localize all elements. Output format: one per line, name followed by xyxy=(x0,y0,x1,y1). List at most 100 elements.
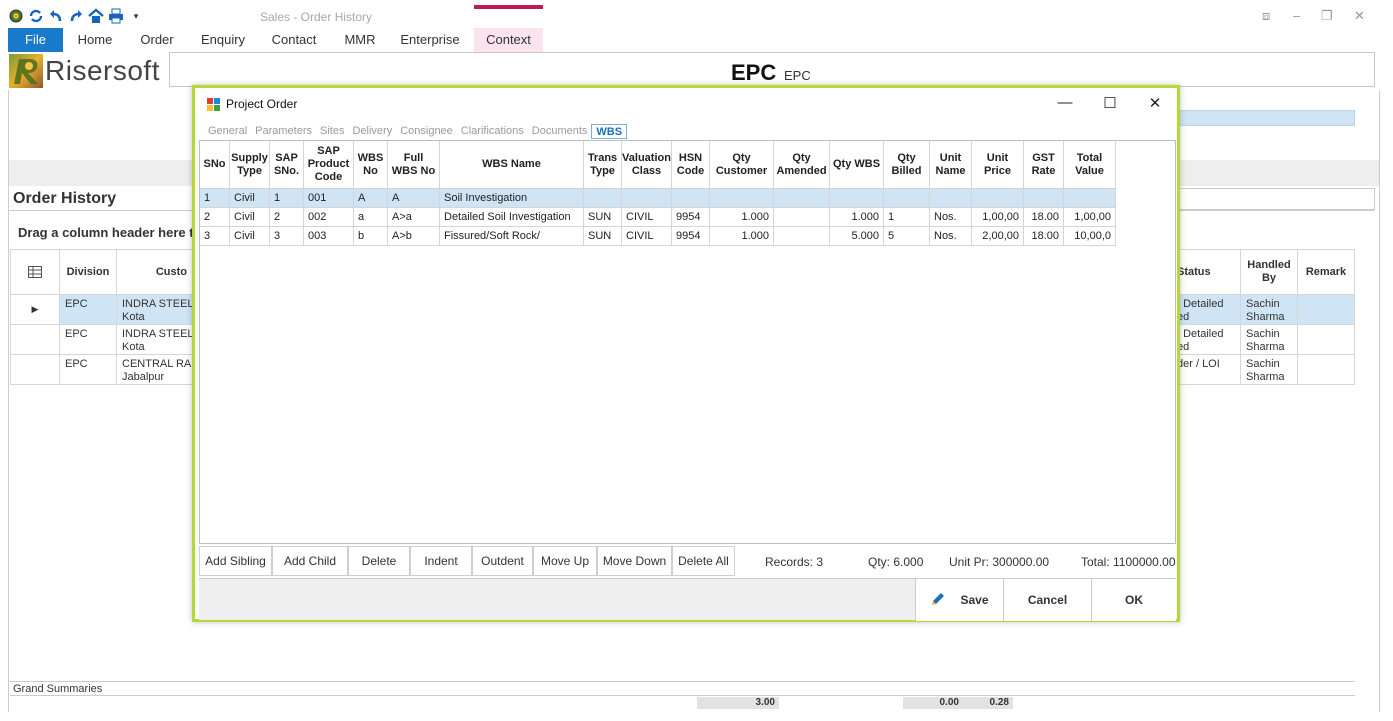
cell-qty-wbs[interactable]: 5.000 xyxy=(830,227,884,246)
column-header-supply-type[interactable]: Supply Type xyxy=(230,141,270,189)
column-header-sap-product-code[interactable]: SAP Product Code xyxy=(304,141,354,189)
cell-sap-sno[interactable]: 1 xyxy=(270,189,304,208)
column-header-gst-rate[interactable]: GST Rate xyxy=(1024,141,1064,189)
cell-full-wbs-no[interactable]: A>b xyxy=(388,227,440,246)
maximize-icon[interactable]: ❐ xyxy=(1321,8,1333,24)
move-up-button[interactable]: Move Up xyxy=(533,546,597,576)
tab-file[interactable]: File xyxy=(8,28,63,52)
cell-division[interactable]: EPC xyxy=(60,295,117,325)
tab-wbs[interactable]: WBS xyxy=(591,124,628,139)
cell-full-wbs-no[interactable]: A>a xyxy=(388,208,440,227)
cell-valuation-class[interactable] xyxy=(622,189,672,208)
column-header-full-wbs-no[interactable]: Full WBS No xyxy=(388,141,440,189)
column-header-wbs-no[interactable]: WBS No xyxy=(354,141,388,189)
column-header-sap-sno[interactable]: SAP SNo. xyxy=(270,141,304,189)
cell-trans-type[interactable] xyxy=(584,189,622,208)
tab-enquiry[interactable]: Enquiry xyxy=(193,28,253,52)
tab-mmr[interactable]: MMR xyxy=(337,28,383,52)
cell-wbs-no[interactable]: a xyxy=(354,208,388,227)
cell-qty-customer[interactable] xyxy=(710,189,774,208)
save-button[interactable]: Save xyxy=(915,579,1003,621)
tab-consignee[interactable]: Consignee xyxy=(396,124,457,139)
cell-supply-type[interactable]: Civil xyxy=(230,208,270,227)
cell-unit-price[interactable]: 2,00,00 xyxy=(972,227,1024,246)
cell-trans-type[interactable]: SUN xyxy=(584,227,622,246)
cell-status[interactable]: / Detailed ed xyxy=(1172,295,1241,325)
tab-general[interactable]: General xyxy=(204,124,251,139)
cell-hsn-code[interactable]: 9954 xyxy=(672,227,710,246)
column-header-hsn-code[interactable]: HSN Code xyxy=(672,141,710,189)
cell-hsn-code[interactable] xyxy=(672,189,710,208)
cell-sap-product-code[interactable]: 003 xyxy=(304,227,354,246)
close-icon[interactable]: ✕ xyxy=(1354,8,1365,24)
column-header-sno[interactable]: SNo xyxy=(200,141,230,189)
column-header-total-value[interactable]: Total Value xyxy=(1064,141,1116,189)
cell-qty-billed[interactable] xyxy=(884,189,930,208)
column-header-remark[interactable]: Remark xyxy=(1298,249,1355,295)
cell-division[interactable]: EPC xyxy=(60,325,117,355)
refresh-icon[interactable] xyxy=(28,8,44,24)
cell-wbs-name[interactable]: Fissured/Soft Rock/ xyxy=(440,227,584,246)
cell-handled-by[interactable]: Sachin Sharma xyxy=(1241,295,1298,325)
tab-delivery[interactable]: Delivery xyxy=(348,124,396,139)
row-indicator[interactable] xyxy=(10,355,60,385)
column-header-wbs-name[interactable]: WBS Name xyxy=(440,141,584,189)
column-header-qty-billed[interactable]: Qty Billed xyxy=(884,141,930,189)
cell-qty-customer[interactable]: 1.000 xyxy=(710,227,774,246)
column-header-handled-by[interactable]: Handled By xyxy=(1241,249,1298,295)
cell-gst-rate[interactable]: 18.00 xyxy=(1024,208,1064,227)
cell-unit-price[interactable]: 1,00,00 xyxy=(972,208,1024,227)
print-icon[interactable] xyxy=(108,8,124,24)
indent-button[interactable]: Indent xyxy=(410,546,472,576)
cell-qty-amended[interactable] xyxy=(774,208,830,227)
cell-sno[interactable]: 3 xyxy=(200,227,230,246)
cell-remark[interactable] xyxy=(1298,325,1355,355)
cell-hsn-code[interactable]: 9954 xyxy=(672,208,710,227)
cell-qty-wbs[interactable] xyxy=(830,189,884,208)
tab-clarifications[interactable]: Clarifications xyxy=(457,124,528,139)
cell-sap-product-code[interactable]: 002 xyxy=(304,208,354,227)
add-sibling-button[interactable]: Add Sibling xyxy=(199,546,272,576)
cell-wbs-no[interactable]: A xyxy=(354,189,388,208)
cell-division[interactable]: EPC xyxy=(60,355,117,385)
cell-status[interactable]: der / LOI xyxy=(1172,355,1241,385)
cell-sap-sno[interactable]: 2 xyxy=(270,208,304,227)
tab-order[interactable]: Order xyxy=(133,28,181,52)
cell-qty-amended[interactable] xyxy=(774,227,830,246)
tab-enterprise[interactable]: Enterprise xyxy=(394,28,466,52)
cell-unit-name[interactable]: Nos. xyxy=(930,208,972,227)
restore-ribbon-icon[interactable]: ⧈ xyxy=(1262,8,1270,24)
home-icon[interactable] xyxy=(88,8,104,24)
cell-sno[interactable]: 1 xyxy=(200,189,230,208)
column-chooser-icon[interactable] xyxy=(10,249,60,295)
column-header-trans-type[interactable]: Trans Type xyxy=(584,141,622,189)
column-header-status[interactable]: Status xyxy=(1172,249,1241,295)
cell-total-value[interactable]: 10,00,0 xyxy=(1064,227,1116,246)
row-indicator-icon[interactable]: ▶ xyxy=(10,295,60,325)
cell-unit-name[interactable] xyxy=(930,189,972,208)
cell-qty-wbs[interactable]: 1.000 xyxy=(830,208,884,227)
cell-supply-type[interactable]: Civil xyxy=(230,189,270,208)
cell-valuation-class[interactable]: CIVIL xyxy=(622,208,672,227)
cell-wbs-name[interactable]: Detailed Soil Investigation xyxy=(440,208,584,227)
app-globe-icon[interactable] xyxy=(8,8,24,24)
outdent-button[interactable]: Outdent xyxy=(472,546,533,576)
cell-full-wbs-no[interactable]: A xyxy=(388,189,440,208)
cell-valuation-class[interactable]: CIVIL xyxy=(622,227,672,246)
cell-unit-name[interactable]: Nos. xyxy=(930,227,972,246)
cell-sno[interactable]: 2 xyxy=(200,208,230,227)
cell-unit-price[interactable] xyxy=(972,189,1024,208)
column-header-division[interactable]: Division xyxy=(60,249,117,295)
cell-customer[interactable]: INDRA STEEL Kota xyxy=(117,295,192,325)
cell-remark[interactable] xyxy=(1298,355,1355,385)
dialog-minimize-icon[interactable]: — xyxy=(1055,94,1075,111)
cell-total-value[interactable] xyxy=(1064,189,1116,208)
column-header-qty-wbs[interactable]: Qty WBS xyxy=(830,141,884,189)
minimize-icon[interactable]: – xyxy=(1293,8,1300,23)
tab-documents[interactable]: Documents xyxy=(528,124,592,139)
cell-qty-amended[interactable] xyxy=(774,189,830,208)
ok-button[interactable]: OK xyxy=(1091,579,1176,621)
row-indicator[interactable] xyxy=(10,325,60,355)
cell-gst-rate[interactable] xyxy=(1024,189,1064,208)
column-header-qty-amended[interactable]: Qty Amended xyxy=(774,141,830,189)
